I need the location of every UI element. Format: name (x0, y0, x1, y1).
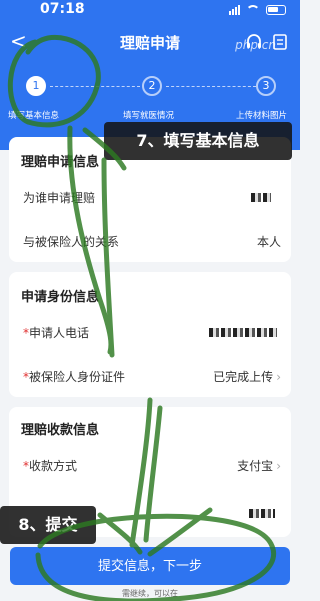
hand-drawn-annotation (7, 34, 277, 601)
